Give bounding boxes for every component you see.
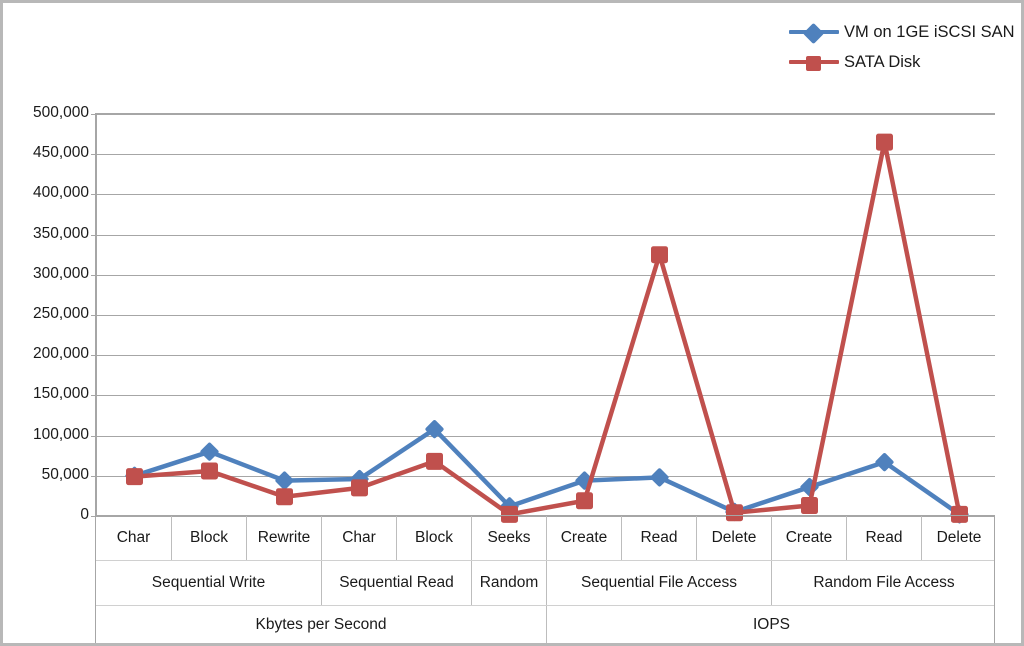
x-axis-category-label: Read [846, 516, 921, 560]
chart-legend: VM on 1GE iSCSI SAN SATA Disk [789, 17, 1015, 77]
x-axis-category-label: Create [546, 516, 621, 560]
x-axis-category-label: Delete [921, 516, 996, 560]
y-axis-tick-label: 500,000 [32, 104, 89, 121]
y-axis-tick-label: 0 [80, 506, 89, 523]
plot-area [91, 113, 995, 524]
x-axis-tier2-row: Sequential Write Sequential Read Random Seq… [96, 561, 994, 606]
x-axis-category-label: Char [321, 516, 396, 560]
y-axis-labels: 0 50,000 100,000 150,000 200,000 250,000 300,0… [3, 104, 89, 523]
data-point-marker[interactable] [126, 468, 143, 486]
legend-label: SATA Disk [844, 52, 921, 71]
x-axis-group-label: Sequential Write [151, 574, 266, 591]
x-axis-category-label: Seeks [471, 516, 546, 560]
data-point-marker[interactable] [276, 488, 293, 506]
x-axis-group-label: Random File Access [771, 561, 996, 605]
x-axis-tier3-row: Kbytes per Second IOPS [96, 606, 996, 643]
y-axis-tick-label: 250,000 [32, 305, 89, 322]
data-point-marker[interactable] [201, 462, 218, 480]
legend-item-vm-on-1ge-iscsi-san[interactable]: VM on 1GE iSCSI SAN [789, 17, 1015, 47]
data-point-marker[interactable] [651, 246, 668, 264]
y-axis-tick-label: 300,000 [32, 264, 89, 282]
data-point-marker[interactable] [801, 497, 818, 515]
x-axis-group-label: Random [471, 561, 546, 605]
x-axis-category-label: Block [171, 516, 246, 560]
data-point-marker[interactable] [576, 492, 593, 510]
y-axis-tick-label: 400,000 [32, 184, 89, 202]
x-axis-category-label: Read [621, 516, 696, 560]
legend-label: VM on 1GE iSCSI SAN [844, 22, 1015, 41]
series-sata-disk [126, 133, 968, 523]
y-axis-tick-label: 450,000 [32, 144, 89, 162]
x-axis-unit-label: IOPS [546, 606, 996, 643]
series-layer [125, 133, 969, 524]
data-point-marker[interactable] [200, 442, 219, 461]
x-axis-group-label: Sequential Read [321, 561, 471, 605]
x-axis-group-label: Sequential File Access [546, 561, 771, 605]
data-point-marker[interactable] [650, 468, 669, 487]
data-point-marker[interactable] [876, 133, 893, 151]
y-axis-tick-label: 200,000 [32, 345, 89, 363]
data-point-marker[interactable] [351, 479, 368, 497]
chart-screenshot: VM on 1GE iSCSI SAN SATA Disk 0 50,000 100… [0, 0, 1024, 646]
x-axis-category-label: Rewrite [246, 516, 321, 560]
x-axis-category-label: Block [396, 516, 471, 560]
legend-item-sata-disk[interactable]: SATA Disk [789, 47, 1011, 77]
series-line [132, 426, 962, 517]
x-axis-label-table: Char Block Rewrite Char Block Seeks Create Read… [95, 515, 996, 643]
x-axis-category-label: Create [771, 516, 846, 560]
y-axis-tick-label: 150,000 [32, 385, 89, 403]
line-diamond-marker-icon [789, 21, 839, 45]
x-axis-unit-label: Kbytes per Second [255, 616, 387, 633]
x-axis-category-label: Delete [696, 516, 771, 560]
series-line [132, 139, 962, 517]
data-point-marker[interactable] [275, 471, 294, 490]
y-axis-tick-label: 100,000 [32, 425, 89, 443]
data-point-marker[interactable] [426, 452, 443, 470]
y-axis-tick-label: 350,000 [32, 224, 89, 242]
x-axis-tier1-row: Char Block Rewrite Char Block Seeks Create Read… [96, 516, 994, 561]
x-axis-category-label: Char [116, 529, 151, 546]
line-square-marker-icon [789, 51, 839, 73]
y-axis-tick-label: 50,000 [41, 465, 89, 483]
